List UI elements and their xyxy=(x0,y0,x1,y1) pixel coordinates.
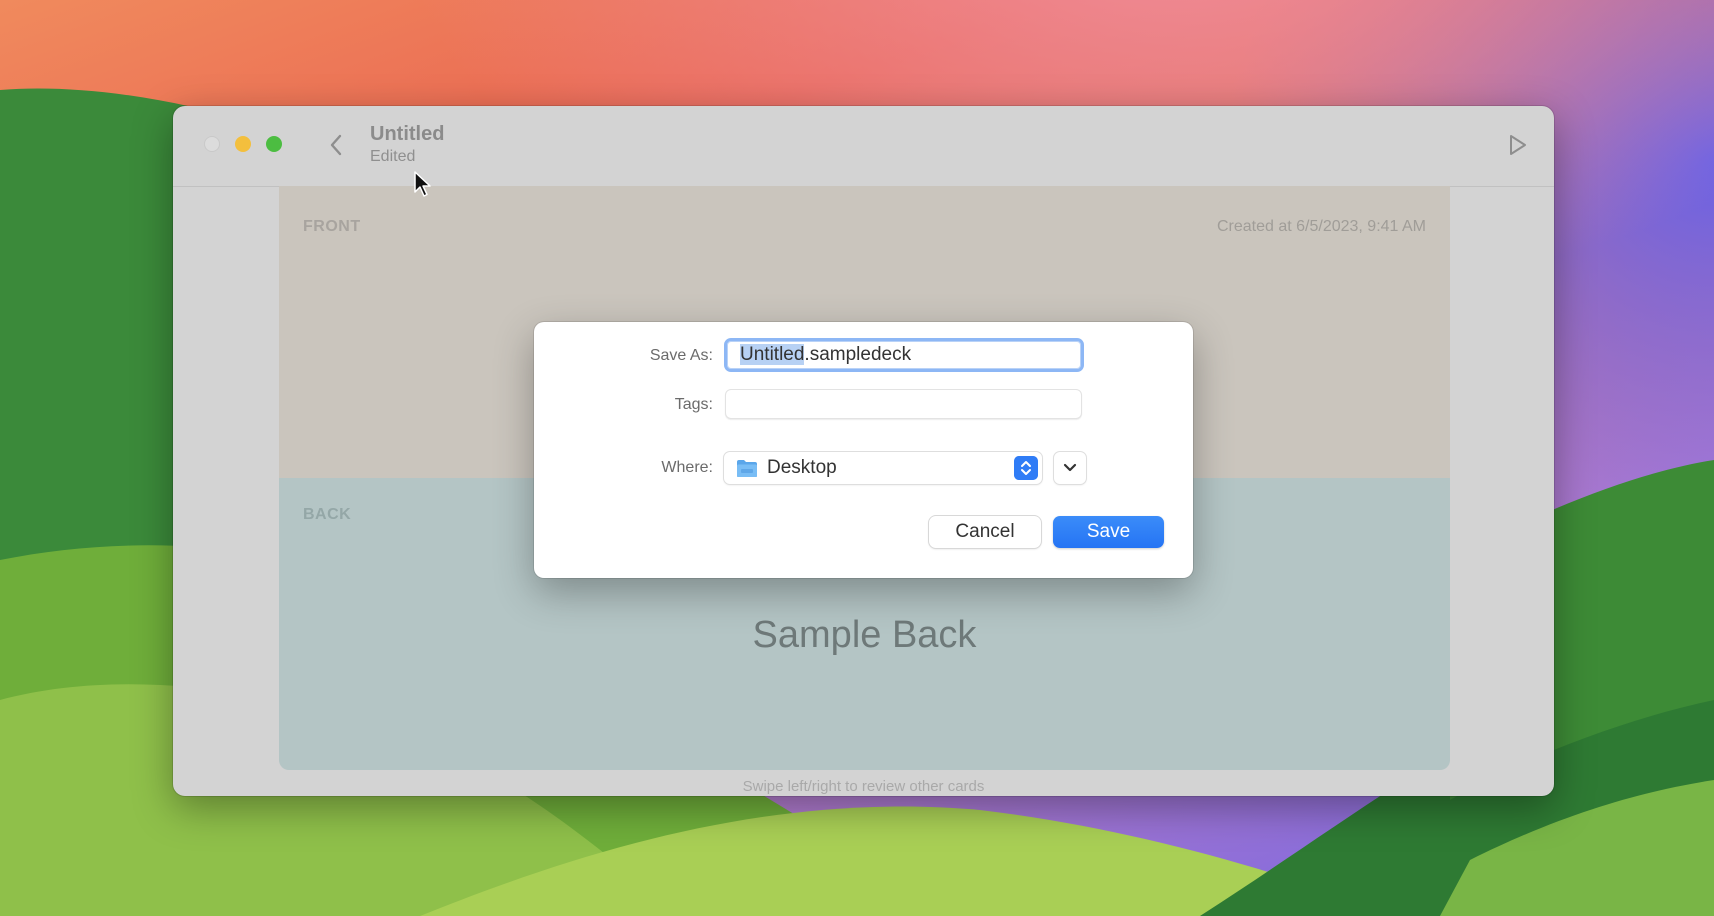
where-label: Where: xyxy=(661,459,713,476)
document-status: Edited xyxy=(370,148,416,165)
save-dialog: Save As: Untitled.sampledeck Tags: Where… xyxy=(534,322,1193,578)
save-button[interactable]: Save xyxy=(1053,516,1164,548)
chevron-down-icon xyxy=(1063,463,1077,472)
stepper-icon xyxy=(1014,456,1038,480)
save-as-label: Save As: xyxy=(649,347,713,364)
close-window-button[interactable] xyxy=(204,136,220,152)
document-title[interactable]: Untitled xyxy=(370,123,444,146)
cancel-button[interactable]: Cancel xyxy=(929,516,1041,548)
save-as-extension: .sampledeck xyxy=(804,344,912,365)
where-popup-button[interactable]: Desktop xyxy=(724,452,1042,484)
save-as-selected-text: Untitled xyxy=(740,344,805,365)
cursor-icon xyxy=(414,171,431,197)
play-icon[interactable] xyxy=(1504,130,1530,160)
minimize-window-button[interactable] xyxy=(235,136,251,152)
expand-dialog-button[interactable] xyxy=(1054,452,1086,484)
swipe-hint: Swipe left/right to review other cards xyxy=(742,778,985,795)
front-label: FRONT xyxy=(303,218,361,235)
folder-icon xyxy=(737,460,757,477)
back-chevron-icon[interactable] xyxy=(323,130,349,160)
tags-label: Tags: xyxy=(674,396,713,413)
where-value: Desktop xyxy=(767,457,837,478)
back-label: BACK xyxy=(303,506,352,523)
title-bar: Untitled Edited xyxy=(173,106,1554,187)
save-as-input[interactable]: Untitled.sampledeck xyxy=(724,338,1084,372)
tags-input[interactable] xyxy=(725,389,1082,419)
zoom-window-button[interactable] xyxy=(266,136,282,152)
created-timestamp: Created at 6/5/2023, 9:41 AM xyxy=(1216,218,1426,235)
back-text: Sample Back xyxy=(752,614,977,656)
